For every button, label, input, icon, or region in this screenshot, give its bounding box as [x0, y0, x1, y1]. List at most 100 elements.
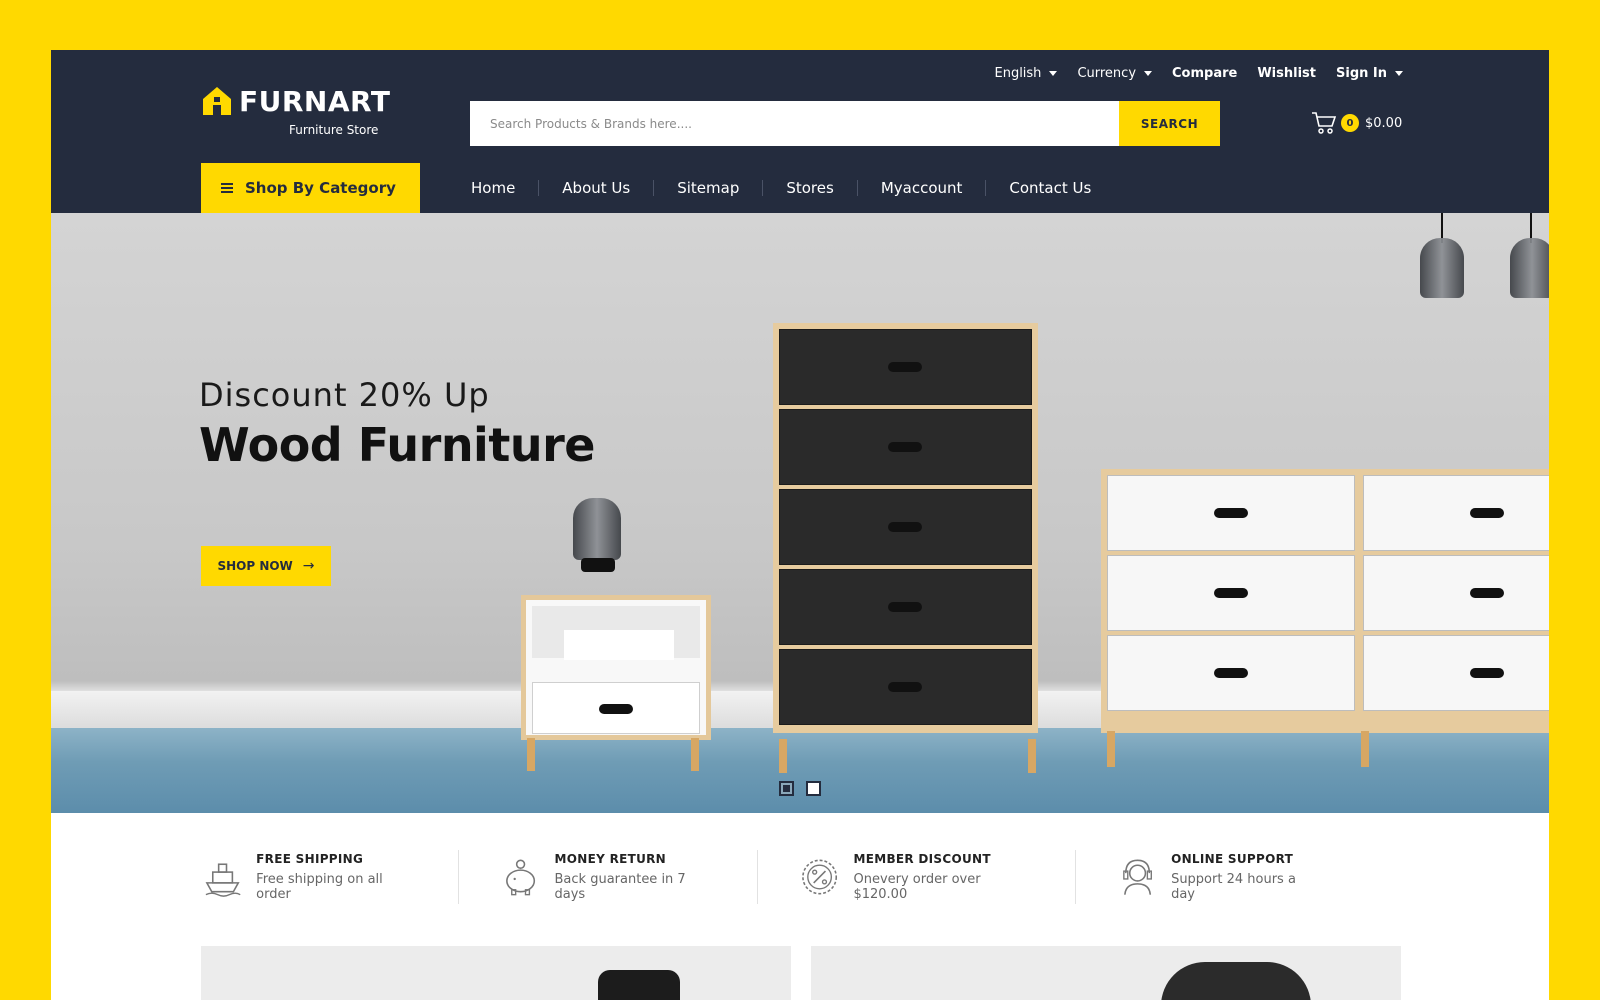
- chevron-down-icon: [1144, 70, 1153, 76]
- slider-dot-2[interactable]: [806, 781, 821, 796]
- chest-drawer: [779, 409, 1032, 485]
- furniture-leg: [779, 739, 787, 773]
- feature-title: MONEY RETURN: [554, 852, 667, 866]
- compare-link[interactable]: Compare: [1172, 66, 1237, 81]
- drawer-handle: [1214, 508, 1248, 518]
- signin-label: Sign In: [1336, 65, 1387, 81]
- dresser-drawer: [1107, 635, 1355, 711]
- tall-chest: [773, 323, 1038, 733]
- dresser-drawer: [1107, 475, 1355, 551]
- table-lamp: [573, 498, 621, 560]
- headset-icon: [1123, 859, 1152, 895]
- hero-title: Wood Furniture: [199, 418, 595, 472]
- signin-dropdown[interactable]: Sign In: [1336, 66, 1403, 81]
- top-links: English Currency Compare Wishlist Sign I…: [974, 63, 1403, 83]
- drawer-handle: [1214, 668, 1248, 678]
- drawer-handle: [888, 442, 922, 452]
- feature-money-return: MONEY RETURN Back guarantee in 7 days: [499, 850, 759, 904]
- drawer-handle: [888, 682, 922, 692]
- furniture-leg: [1107, 731, 1115, 767]
- hero-slider: Discount 20% Up Wood Furniture SHOP NOW …: [51, 213, 1549, 813]
- nav-menu: Home About Us Sitemap Stores Myaccount C…: [448, 163, 1114, 213]
- promo-banner-right[interactable]: [811, 946, 1401, 1000]
- feature-title: ONLINE SUPPORT: [1171, 852, 1294, 866]
- cart-summary[interactable]: 0 $0.00: [1311, 110, 1402, 136]
- feature-text: MEMBER DISCOUNT Onevery order over $120.…: [853, 852, 1034, 902]
- currency-selector[interactable]: Currency: [1077, 65, 1153, 81]
- drawer-handle: [888, 522, 922, 532]
- nightstand: [521, 595, 711, 740]
- cart-total: $0.00: [1365, 115, 1403, 131]
- nav-item-contact-us[interactable]: Contact Us: [986, 180, 1114, 196]
- drawer-handle: [599, 704, 633, 714]
- drawer-handle: [888, 362, 922, 372]
- features-strip: FREE SHIPPING Free shipping on all order…: [201, 850, 1401, 910]
- cart-count: 0: [1341, 114, 1359, 132]
- chest-drawer: [779, 569, 1032, 645]
- ship-icon: [205, 863, 241, 897]
- nav-item-about-us[interactable]: About Us: [539, 180, 655, 196]
- chevron-down-icon: [1395, 70, 1403, 76]
- search-bar: SEARCH: [470, 101, 1220, 146]
- shop-now-button[interactable]: SHOP NOW →: [201, 546, 331, 586]
- language-selector[interactable]: English: [994, 65, 1058, 81]
- feature-text: FREE SHIPPING Free shipping on all order: [256, 852, 418, 902]
- drawer-handle: [1470, 508, 1504, 518]
- main-nav: Shop By Category Home About Us Sitemap S…: [51, 163, 1549, 213]
- discount-badge-icon: [802, 859, 838, 895]
- language-label: English: [994, 65, 1042, 81]
- feature-desc: Back guarantee in 7 days: [554, 872, 686, 902]
- nightstand-drawer: [532, 682, 700, 734]
- dresser-drawer: [1363, 475, 1549, 551]
- feature-desc: Support 24 hours a day: [1171, 872, 1296, 902]
- search-button[interactable]: SEARCH: [1119, 101, 1220, 146]
- site-header: FURNART Furniture Store English Currency…: [51, 50, 1549, 163]
- drawer-handle: [1470, 668, 1504, 678]
- chest-drawer: [779, 489, 1032, 565]
- pendant-lamp: [1510, 238, 1549, 298]
- furniture-leg: [691, 738, 699, 771]
- furniture-leg: [1028, 739, 1036, 773]
- feature-title: MEMBER DISCOUNT: [853, 852, 991, 866]
- nightstand-box: [564, 630, 674, 660]
- feature-title: FREE SHIPPING: [256, 852, 364, 866]
- shop-now-label: SHOP NOW: [217, 559, 293, 573]
- chevron-down-icon: [1049, 70, 1058, 76]
- hamburger-icon: [221, 183, 233, 193]
- dresser-drawer: [1363, 555, 1549, 631]
- wishlist-link[interactable]: Wishlist: [1257, 66, 1316, 81]
- logo[interactable]: FURNART Furniture Store: [201, 85, 401, 141]
- drawer-handle: [888, 602, 922, 612]
- promo-banner-left[interactable]: [201, 946, 791, 1000]
- feature-desc: Onevery order over $120.00: [853, 872, 981, 902]
- pendant-lamp: [1420, 238, 1464, 298]
- house-logo-icon: [203, 87, 231, 115]
- nav-item-stores[interactable]: Stores: [763, 180, 858, 196]
- brand-name: FURNART: [239, 85, 391, 118]
- hero-subtitle: Discount 20% Up: [199, 376, 490, 414]
- shop-by-category-button[interactable]: Shop By Category: [201, 163, 420, 213]
- cart-icon: [1312, 112, 1337, 134]
- table-lamp-base: [581, 558, 615, 572]
- feature-online-support: ONLINE SUPPORT Support 24 hours a day: [1116, 850, 1361, 904]
- piggy-bank-icon: [506, 859, 536, 896]
- wide-dresser: [1101, 469, 1549, 733]
- product-image: [1161, 962, 1311, 1000]
- nav-item-myaccount[interactable]: Myaccount: [858, 180, 987, 196]
- furniture-leg: [527, 738, 535, 771]
- search-input[interactable]: [470, 101, 1119, 146]
- nav-item-sitemap[interactable]: Sitemap: [654, 180, 764, 196]
- nav-item-home[interactable]: Home: [448, 180, 540, 196]
- slider-dot-1[interactable]: [779, 781, 794, 796]
- drawer-handle: [1214, 588, 1248, 598]
- feature-member-discount: MEMBER DISCOUNT Onevery order over $120.…: [798, 850, 1076, 904]
- feature-text: MONEY RETURN Back guarantee in 7 days: [555, 852, 718, 902]
- feature-text: ONLINE SUPPORT Support 24 hours a day: [1171, 852, 1321, 902]
- hero-floor: [51, 728, 1549, 813]
- slider-dots: [779, 781, 821, 796]
- dresser-drawer: [1363, 635, 1549, 711]
- currency-label: Currency: [1077, 65, 1137, 81]
- feature-desc: Free shipping on all order: [256, 872, 383, 902]
- dresser-drawer: [1107, 555, 1355, 631]
- drawer-handle: [1470, 588, 1504, 598]
